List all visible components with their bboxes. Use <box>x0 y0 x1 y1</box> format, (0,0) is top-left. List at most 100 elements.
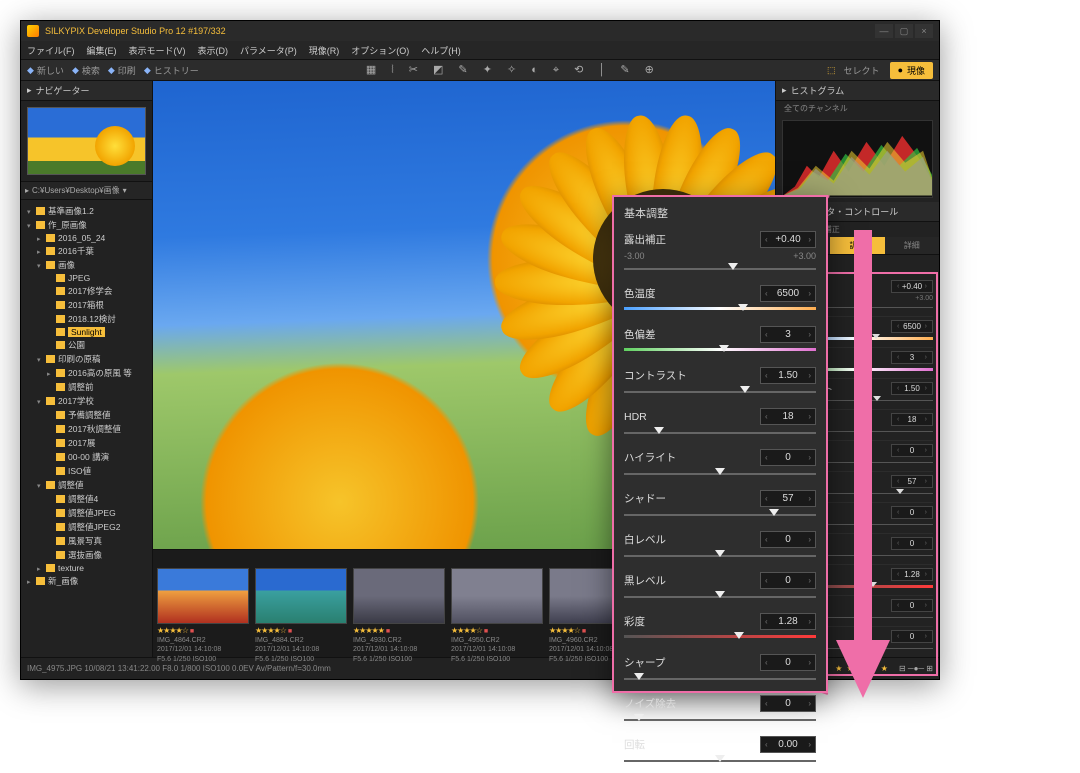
param-white-value[interactable]: ‹0› <box>760 531 816 548</box>
tree-row[interactable]: 選抜画像 <box>27 548 148 562</box>
tree-row[interactable]: ISO値 <box>27 464 148 478</box>
param-tint-slider[interactable] <box>624 347 816 355</box>
param-highlight-value[interactable]: ‹0› <box>891 444 933 457</box>
param-exposure-slider[interactable] <box>624 265 816 273</box>
thumbnail[interactable]: ★★★★☆ ■ IMG_4950.CR22017/12/01 14:10:08F… <box>451 568 543 664</box>
param-contrast-value[interactable]: ‹1.50› <box>760 367 816 384</box>
param-tint-value[interactable]: ‹3› <box>760 326 816 343</box>
zoom-indicator[interactable]: ⊟ ─●─ ⊞ <box>899 664 933 673</box>
tree-row[interactable]: 00-00 講演 <box>27 450 148 464</box>
param-highlight-slider[interactable] <box>624 470 816 478</box>
param-shadow-value[interactable]: ‹57› <box>891 475 933 488</box>
menu-item[interactable]: 編集(E) <box>87 44 117 57</box>
param-exposure-value[interactable]: ‹+0.40› <box>891 280 933 293</box>
tree-row[interactable]: ▸ 新_画像 <box>27 574 148 588</box>
tree-row[interactable]: ▾ 作_原画像 <box>27 218 148 232</box>
tree-row[interactable]: 公園 <box>27 338 148 352</box>
param-hdr-value[interactable]: ‹18› <box>760 408 816 425</box>
thumbnail[interactable]: ★★★★☆ ■ IMG_4884.CR22017/12/01 14:10:08F… <box>255 568 347 664</box>
param-nr-value[interactable]: ‹0› <box>891 630 933 643</box>
status-text: IMG_4975.JPG 10/08/21 13:41:22.00 F8.0 1… <box>27 664 331 673</box>
folder-tree[interactable]: ▾ 基準画像1.2 ▾ 作_原画像 ▸ 2016_05_24 ▸ 2016千葉 … <box>21 200 152 657</box>
path-bar[interactable]: ▸ C:¥Users¥Desktop¥画像 ▾ <box>21 181 152 200</box>
tree-row[interactable]: ▸ 2016高の原風 等 <box>27 366 148 380</box>
tree-row[interactable]: JPEG <box>27 272 148 284</box>
tree-row[interactable]: ▾ 基準画像1.2 <box>27 204 148 218</box>
tree-row[interactable]: 2017修学会 <box>27 284 148 298</box>
param-temp-slider[interactable] <box>624 306 816 314</box>
develop-button[interactable]: ● 現像 <box>890 62 933 79</box>
param-sharp-value[interactable]: ‹0› <box>760 654 816 671</box>
tree-row[interactable]: 調整値JPEG2 <box>27 520 148 534</box>
toolbar-item[interactable]: ◆印刷 <box>108 64 136 77</box>
select-mode[interactable]: セレクト <box>844 64 880 77</box>
tree-row[interactable]: ▸ 2016_05_24 <box>27 232 148 244</box>
param-sharp: シャープ ‹0› <box>624 650 816 691</box>
tree-row[interactable]: ▾ 調整値 <box>27 478 148 492</box>
menu-item[interactable]: 現像(R) <box>309 44 340 57</box>
menu-item[interactable]: パラメータ(P) <box>240 44 297 57</box>
menu-item[interactable]: 表示(D) <box>198 44 229 57</box>
param-shadow-slider[interactable] <box>624 511 816 519</box>
menu-item[interactable]: 表示モード(V) <box>129 44 186 57</box>
param-sat-slider[interactable] <box>624 634 816 642</box>
param-tint: 色偏差 ‹3› <box>624 322 816 363</box>
param-contrast-value[interactable]: ‹1.50› <box>891 382 933 395</box>
tree-row[interactable]: 調整値JPEG <box>27 506 148 520</box>
param-black-value[interactable]: ‹0› <box>891 537 933 550</box>
param-temp-value[interactable]: ‹6500› <box>891 320 933 333</box>
param-sharp-value[interactable]: ‹0› <box>891 599 933 612</box>
maximize-icon[interactable]: ▢ <box>895 24 913 38</box>
tree-row[interactable]: ▾ 画像 <box>27 258 148 272</box>
param-rot-slider[interactable] <box>624 757 816 765</box>
param-temp-value[interactable]: ‹6500› <box>760 285 816 302</box>
toolbar-item[interactable]: ◆新しい <box>27 64 64 77</box>
tree-row[interactable]: 2017展 <box>27 436 148 450</box>
tree-row[interactable]: 調整前 <box>27 380 148 394</box>
tree-row[interactable]: 2018.12検討 <box>27 312 148 326</box>
tree-row[interactable]: 2017箱根 <box>27 298 148 312</box>
minimize-icon[interactable]: — <box>875 24 893 38</box>
menu-item[interactable]: ファイル(F) <box>27 44 75 57</box>
params-overlay: 基本調整 露出補正 ‹+0.40› -3.00+3.00 色温度 ‹6500› … <box>612 195 828 693</box>
close-icon[interactable]: × <box>915 24 933 38</box>
param-exposure-value[interactable]: ‹+0.40› <box>760 231 816 248</box>
menu-item[interactable]: オプション(O) <box>351 44 409 57</box>
tree-row[interactable]: ▸ 2016千葉 <box>27 244 148 258</box>
param-hdr-value[interactable]: ‹18› <box>891 413 933 426</box>
tree-row[interactable]: Sunlight <box>27 326 148 338</box>
param-sat-value[interactable]: ‹1.28› <box>891 568 933 581</box>
tree-row[interactable]: 調整値4 <box>27 492 148 506</box>
param-rot-value[interactable]: ‹0.00› <box>760 736 816 753</box>
tree-row[interactable]: ▾ 2017学校 <box>27 394 148 408</box>
param-sharp-slider[interactable] <box>624 675 816 683</box>
tree-row[interactable]: ▸ texture <box>27 562 148 574</box>
tree-row[interactable]: 予備調整値 <box>27 408 148 422</box>
tab-detail[interactable]: 詳細 <box>885 237 939 254</box>
param-shadow-value[interactable]: ‹57› <box>760 490 816 507</box>
thumbnail[interactable]: ★★★★★ ■ IMG_4930.CR22017/12/01 14:10:08F… <box>353 568 445 664</box>
param-contrast-slider[interactable] <box>624 388 816 396</box>
param-nr-value[interactable]: ‹0› <box>760 695 816 712</box>
tab-adjust[interactable]: 調整 <box>830 237 884 254</box>
param-nr-slider[interactable] <box>624 716 816 724</box>
param-highlight-value[interactable]: ‹0› <box>760 449 816 466</box>
menu-item[interactable]: ヘルプ(H) <box>421 44 461 57</box>
toolbar-item[interactable]: ◆検索 <box>72 64 100 77</box>
param-black-slider[interactable] <box>624 593 816 601</box>
param-white-slider[interactable] <box>624 552 816 560</box>
rating-stars[interactable]: ★ ★ ★ ★ ★ <box>835 664 889 673</box>
navigator-preview[interactable] <box>27 107 146 175</box>
thumbnail[interactable]: ★★★★☆ ■ IMG_4864.CR22017/12/01 14:10:08F… <box>157 568 249 664</box>
toolbar-item[interactable]: ◆ヒストリー <box>144 64 199 77</box>
tree-row[interactable]: 風景写真 <box>27 534 148 548</box>
navigator-title: ▸ ナビゲーター <box>21 81 152 101</box>
tree-row[interactable]: ▾ 印刷の原稿 <box>27 352 148 366</box>
tree-row[interactable]: 2017秋調整値 <box>27 422 148 436</box>
param-tint-value[interactable]: ‹3› <box>891 351 933 364</box>
param-white-value[interactable]: ‹0› <box>891 506 933 519</box>
param-black-value[interactable]: ‹0› <box>760 572 816 589</box>
left-column: ▸ ナビゲーター ▸ C:¥Users¥Desktop¥画像 ▾ ▾ 基準画像1… <box>21 81 153 657</box>
param-hdr-slider[interactable] <box>624 429 816 437</box>
param-sat-value[interactable]: ‹1.28› <box>760 613 816 630</box>
